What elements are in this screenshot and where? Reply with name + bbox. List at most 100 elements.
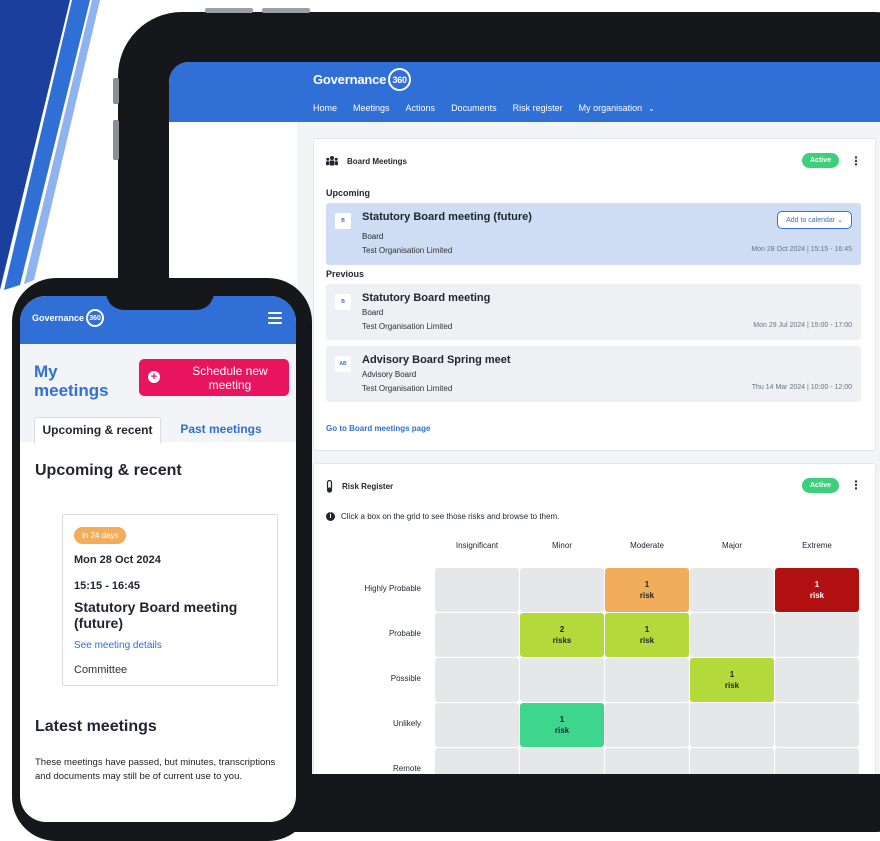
chevron-down-icon: ⌄ bbox=[648, 104, 655, 113]
risk-info-text: Click a box on the grid to see those ris… bbox=[341, 512, 560, 521]
tablet-side-button bbox=[113, 120, 119, 160]
nav-meetings[interactable]: Meetings bbox=[353, 103, 390, 113]
risk-grid-cell[interactable] bbox=[435, 703, 519, 747]
risk-grid-cell[interactable] bbox=[605, 703, 689, 747]
meeting-row-upcoming[interactable]: B Statutory Board meeting (future) Board… bbox=[326, 203, 861, 265]
risk-grid-cell[interactable] bbox=[775, 658, 859, 702]
meeting-row-previous[interactable]: AB Advisory Board Spring meet Advisory B… bbox=[326, 346, 861, 402]
risk-unit: risk bbox=[724, 681, 740, 690]
risk-grid-cell[interactable]: 1 risk bbox=[775, 568, 859, 612]
countdown-badge: in 24 days bbox=[74, 527, 127, 544]
nav-actions[interactable]: Actions bbox=[406, 103, 436, 113]
meeting-type: Board bbox=[362, 308, 384, 317]
tab-past-meetings[interactable]: Past meetings bbox=[161, 417, 281, 443]
tablet-volume-button bbox=[205, 8, 253, 13]
risk-grid-cell[interactable] bbox=[520, 658, 604, 702]
logo-text: Governance bbox=[32, 313, 85, 323]
risk-grid-cell[interactable] bbox=[605, 658, 689, 702]
meeting-org: Test Organisation Limited bbox=[362, 322, 453, 331]
risk-count: 1 bbox=[814, 580, 820, 589]
meeting-row-previous[interactable]: B Statutory Board meeting Board Test Org… bbox=[326, 284, 861, 340]
status-badge: Active bbox=[802, 153, 840, 168]
nav-my-organisation[interactable]: My organisation ⌄ bbox=[579, 103, 655, 113]
risk-grid-cell[interactable] bbox=[690, 613, 774, 657]
phone-notch bbox=[106, 278, 214, 310]
decorative-stripes bbox=[0, 0, 100, 290]
risk-grid-cell[interactable] bbox=[775, 703, 859, 747]
nav-my-organisation-label: My organisation bbox=[578, 103, 643, 113]
risk-grid-cell[interactable] bbox=[690, 568, 774, 612]
schedule-new-meeting-button[interactable]: + Schedule new meeting bbox=[139, 359, 289, 396]
risk-info: i Click a box on the grid to see those r… bbox=[326, 512, 559, 521]
kebab-menu-icon[interactable]: ⋮ bbox=[850, 478, 862, 492]
meeting-tag: B bbox=[335, 213, 351, 229]
latest-meetings-description: These meetings have passed, but minutes,… bbox=[35, 757, 276, 782]
risk-unit: risk bbox=[639, 591, 655, 600]
add-to-calendar-button[interactable]: Add to calendar ⌄ bbox=[777, 211, 852, 229]
meeting-title: Statutory Board meeting (future) bbox=[362, 211, 532, 223]
risk-grid-cell[interactable]: 1 risk bbox=[605, 613, 689, 657]
info-icon: i bbox=[326, 512, 335, 521]
nav-documents[interactable]: Documents bbox=[451, 103, 497, 113]
column-header: Extreme bbox=[802, 541, 832, 550]
risk-register-heading: Risk Register bbox=[326, 480, 393, 493]
board-meetings-page-link[interactable]: Go to Board meetings page bbox=[326, 424, 430, 433]
tab-upcoming-recent[interactable]: Upcoming & recent bbox=[34, 417, 161, 443]
nav-home[interactable]: Home bbox=[313, 103, 337, 113]
meeting-card[interactable]: in 24 days Mon 28 Oct 2024 15:15 - 16:45… bbox=[62, 514, 278, 686]
risk-grid-cell[interactable] bbox=[690, 748, 774, 774]
column-header: Major bbox=[721, 541, 742, 550]
meeting-card-time: 15:15 - 16:45 bbox=[74, 580, 141, 592]
meeting-date: Thu 14 Mar 2024 | 10:00 - 12:00 bbox=[751, 384, 852, 391]
meeting-org: Test Organisation Limited bbox=[362, 246, 453, 255]
meeting-date: Mon 28 Oct 2024 | 15:15 - 16:45 bbox=[751, 246, 852, 253]
row-header: Probable bbox=[388, 629, 421, 638]
tablet-logo[interactable]: Governance 360 bbox=[313, 68, 412, 91]
logo-badge: 360 bbox=[86, 309, 105, 327]
section-heading-latest: Latest meetings bbox=[35, 718, 157, 735]
section-heading-upcoming: Upcoming & recent bbox=[35, 462, 182, 479]
risk-grid-cell[interactable]: 1 risk bbox=[605, 568, 689, 612]
risk-grid-cell[interactable] bbox=[435, 748, 519, 774]
risk-grid-cell[interactable] bbox=[690, 703, 774, 747]
upcoming-label: Upcoming bbox=[326, 188, 370, 198]
meeting-date: Mon 29 Jul 2024 | 15:00 - 17:00 bbox=[753, 322, 852, 329]
meeting-type: Board bbox=[362, 232, 384, 241]
see-meeting-details-link[interactable]: See meeting details bbox=[74, 640, 162, 651]
risk-grid-cell[interactable] bbox=[605, 748, 689, 774]
hamburger-menu-icon[interactable] bbox=[268, 312, 282, 324]
thermometer-icon bbox=[326, 480, 333, 493]
risk-register-title: Risk Register bbox=[342, 482, 394, 491]
chevron-down-icon: ⌄ bbox=[837, 217, 843, 224]
kebab-menu-icon[interactable]: ⋮ bbox=[850, 154, 862, 168]
risk-count: 1 bbox=[559, 715, 565, 724]
risk-grid-cell[interactable] bbox=[520, 748, 604, 774]
risk-grid-cell[interactable] bbox=[435, 568, 519, 612]
risk-grid-cell[interactable]: 1 risk bbox=[690, 658, 774, 702]
risk-count: 1 bbox=[644, 580, 650, 589]
column-header: Insignificant bbox=[455, 541, 499, 550]
risk-grid-cell[interactable]: 1 risk bbox=[520, 703, 604, 747]
schedule-button-label: Schedule new meeting bbox=[192, 364, 268, 392]
meeting-tag: B bbox=[335, 294, 351, 310]
risk-grid-cell[interactable] bbox=[435, 658, 519, 702]
risk-grid-cell[interactable] bbox=[775, 613, 859, 657]
meeting-title: Statutory Board meeting bbox=[362, 292, 491, 304]
meeting-card-title: Statutory Board meeting (future) bbox=[74, 599, 238, 631]
logo-badge: 360 bbox=[388, 68, 412, 91]
logo-text: Governance bbox=[313, 72, 387, 87]
risk-grid-cell[interactable] bbox=[775, 748, 859, 774]
people-icon bbox=[326, 156, 338, 166]
risk-count: 1 bbox=[644, 625, 650, 634]
status-badge: Active bbox=[802, 478, 840, 493]
nav-risk-register[interactable]: Risk register bbox=[513, 103, 563, 113]
risk-grid-cell[interactable] bbox=[520, 568, 604, 612]
risk-grid-cell[interactable]: 2 risks bbox=[520, 613, 604, 657]
meeting-tag: AB bbox=[335, 356, 351, 372]
risk-grid-cell[interactable] bbox=[435, 613, 519, 657]
board-meetings-heading: Board Meetings bbox=[326, 156, 407, 166]
column-header: Moderate bbox=[630, 541, 664, 550]
phone-logo[interactable]: Governance 360 bbox=[32, 309, 105, 327]
plus-icon: + bbox=[148, 371, 160, 383]
tablet-header: Governance 360 Home Meetings Actions Doc… bbox=[169, 62, 880, 122]
